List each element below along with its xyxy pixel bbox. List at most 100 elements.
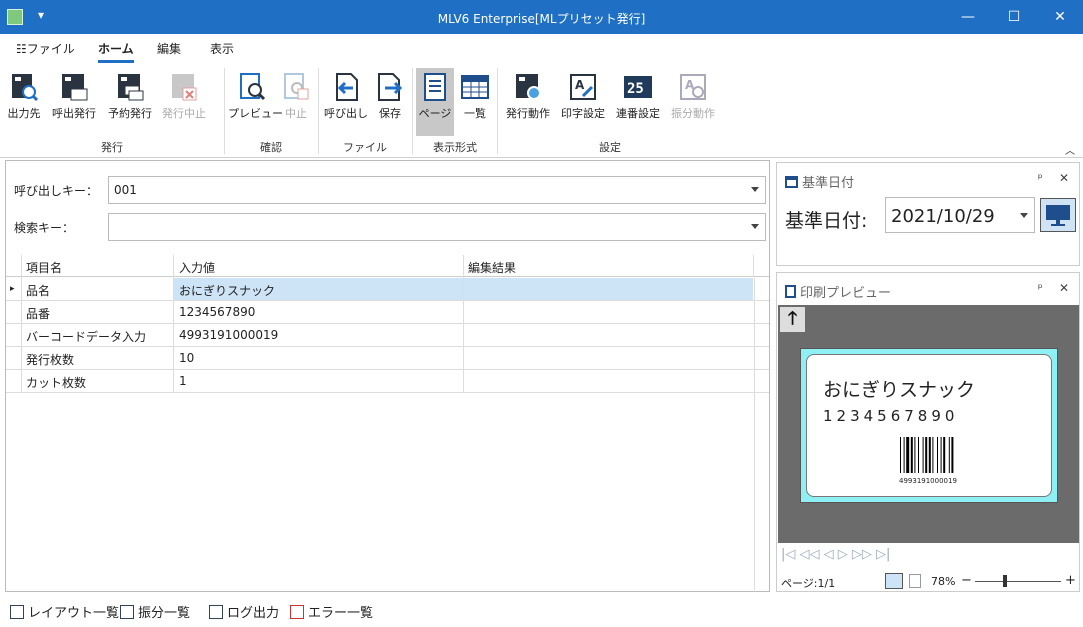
svg-text:25: 25	[627, 81, 644, 97]
save-label: 保存	[379, 107, 401, 120]
cell-item-name[interactable]: 品番	[26, 305, 50, 322]
tab-view[interactable]: 表示	[210, 40, 234, 57]
date-panel-title-text: 基準日付	[802, 176, 855, 191]
grid-header: 項目名 入力値 編集結果	[6, 255, 769, 277]
search-key-label: 検索キー：	[14, 221, 75, 235]
zoom-slider-thumb[interactable]	[1003, 575, 1008, 587]
preview-label: プレビュー	[228, 107, 283, 120]
preview-button[interactable]: プレビュー	[228, 68, 283, 130]
serial-number-icon: 25	[623, 72, 653, 102]
cell-input-value[interactable]: 1234567890	[179, 305, 255, 319]
barcode-icon	[900, 437, 954, 473]
reserve-issue-button[interactable]: 予約発行	[104, 68, 156, 130]
sort-action-button[interactable]: A 振分動作	[667, 68, 719, 130]
error-list-button[interactable]: エラー一覧	[290, 602, 373, 621]
page-navigation[interactable]: |◁ ◁◁ ◁ ▷ ▷▷ ▷|	[781, 547, 890, 562]
label-preview: おにぎりスナック 1234567890 4993191000019	[800, 348, 1058, 503]
cell-input-value[interactable]: 4993191000019	[179, 328, 278, 342]
call-issue-label: 呼出発行	[52, 107, 96, 120]
issue-stop-label: 発行中止	[162, 107, 206, 120]
table-row[interactable]: バーコードデータ入力 4993191000019	[6, 324, 769, 347]
list-view-button[interactable]: 一覧	[458, 68, 492, 130]
minimize-button[interactable]: —	[945, 0, 991, 34]
calendar-icon	[785, 176, 798, 188]
printer-stack-icon	[115, 72, 145, 102]
tab-edit[interactable]: 編集	[157, 40, 181, 57]
issue-stop-button[interactable]: 発行中止	[158, 68, 210, 130]
stop-button[interactable]: 中止	[280, 68, 312, 130]
monitor-icon	[1046, 205, 1070, 226]
grid-line	[173, 255, 174, 393]
serial-settings-button[interactable]: 25 連番設定	[612, 68, 664, 130]
pin-icon[interactable]: ᵖ	[1038, 171, 1043, 185]
sort-action-icon: A	[678, 72, 708, 102]
monitor-button[interactable]	[1040, 198, 1076, 232]
table-row[interactable]: ▸ 品名 おにぎりスナック	[6, 278, 769, 301]
header-item-name[interactable]: 項目名	[26, 259, 62, 276]
call-issue-button[interactable]: 呼出発行	[48, 68, 100, 130]
date-panel-controls: ᵖ ✕	[1038, 171, 1069, 185]
page-view-button[interactable]: ページ	[416, 68, 454, 136]
table-row[interactable]: 発行枚数 10	[6, 347, 769, 370]
log-output-button[interactable]: ログ出力	[209, 602, 279, 621]
header-input-value[interactable]: 入力値	[179, 259, 215, 276]
collapse-ribbon-button[interactable]: ︿	[1065, 142, 1075, 157]
table-row[interactable]: 品番 1234567890	[6, 301, 769, 324]
preview-panel-title: 印刷プレビュー	[785, 282, 891, 301]
print-settings-button[interactable]: A 印字設定	[557, 68, 609, 130]
open-button[interactable]: 呼び出し	[323, 68, 369, 130]
chevron-down-icon[interactable]	[751, 224, 759, 229]
cell-input-value[interactable]: 1	[179, 374, 187, 388]
close-button[interactable]: ✕	[1037, 0, 1083, 34]
printer-gear-icon	[513, 72, 543, 102]
preview-status-bar: ページ:1/1 78% − +	[781, 573, 1077, 590]
call-key-combo[interactable]: 001	[108, 176, 766, 204]
output-dest-button[interactable]: 出力先	[4, 68, 44, 130]
page-indicator: ページ:1/1	[781, 577, 836, 590]
table-row[interactable]: カット枚数 1	[6, 370, 769, 393]
close-icon[interactable]: ✕	[1059, 281, 1069, 295]
layout-list-button[interactable]: レイアウト一覧	[10, 602, 119, 621]
page-view-icon[interactable]	[909, 574, 921, 588]
preview-stop-icon	[281, 72, 311, 102]
vertical-scrollbar[interactable]	[754, 278, 768, 590]
label-body: おにぎりスナック 1234567890 4993191000019	[806, 354, 1052, 497]
search-key-combo[interactable]	[108, 213, 766, 241]
up-arrow-button[interactable]: 🡑	[780, 307, 805, 332]
chevron-down-icon[interactable]	[751, 187, 759, 192]
output-dest-label: 出力先	[7, 107, 41, 120]
cell-item-name[interactable]: バーコードデータ入力	[26, 328, 146, 345]
zoom-out-button[interactable]: −	[961, 573, 972, 588]
grid-line	[463, 255, 464, 393]
base-date-picker[interactable]: 2021/10/29	[885, 197, 1035, 233]
error-icon	[290, 605, 304, 619]
ribbon-separator	[497, 68, 498, 154]
cell-input-value[interactable]: 10	[179, 351, 194, 365]
tab-file[interactable]: ☷ファイル	[16, 40, 75, 57]
zoom-slider[interactable]	[975, 581, 1061, 582]
reserve-issue-label: 予約発行	[108, 107, 152, 120]
save-button[interactable]: 保存	[374, 68, 406, 130]
call-key-label: 呼び出しキー：	[14, 184, 99, 198]
cell-item-name[interactable]: 品名	[26, 282, 50, 299]
tab-home[interactable]: ホーム	[98, 40, 134, 63]
grid-line	[753, 255, 754, 277]
cell-input-value[interactable]: おにぎりスナック	[179, 282, 275, 299]
grid-view-icon[interactable]	[885, 573, 903, 589]
issue-action-button[interactable]: 発行動作	[502, 68, 554, 130]
pin-icon[interactable]: ᵖ	[1038, 281, 1043, 295]
row-marker-icon: ▸	[10, 284, 15, 294]
sort-list-button[interactable]: 振分一覧	[120, 602, 190, 621]
maximize-button[interactable]: ☐	[991, 0, 1037, 34]
zoom-in-button[interactable]: +	[1065, 573, 1076, 588]
group-display: 表示形式	[433, 141, 477, 154]
header-edit-result[interactable]: 編集結果	[468, 259, 516, 276]
sort-list-label: 振分一覧	[138, 606, 191, 621]
group-confirm: 確認	[260, 141, 282, 154]
cell-item-name[interactable]: 発行枚数	[26, 351, 74, 368]
chevron-down-icon[interactable]	[1020, 213, 1028, 218]
close-icon[interactable]: ✕	[1059, 171, 1069, 185]
cell-item-name[interactable]: カット枚数	[26, 374, 86, 391]
preview-panel-controls: ᵖ ✕	[1038, 281, 1069, 295]
grid-line	[21, 255, 22, 393]
